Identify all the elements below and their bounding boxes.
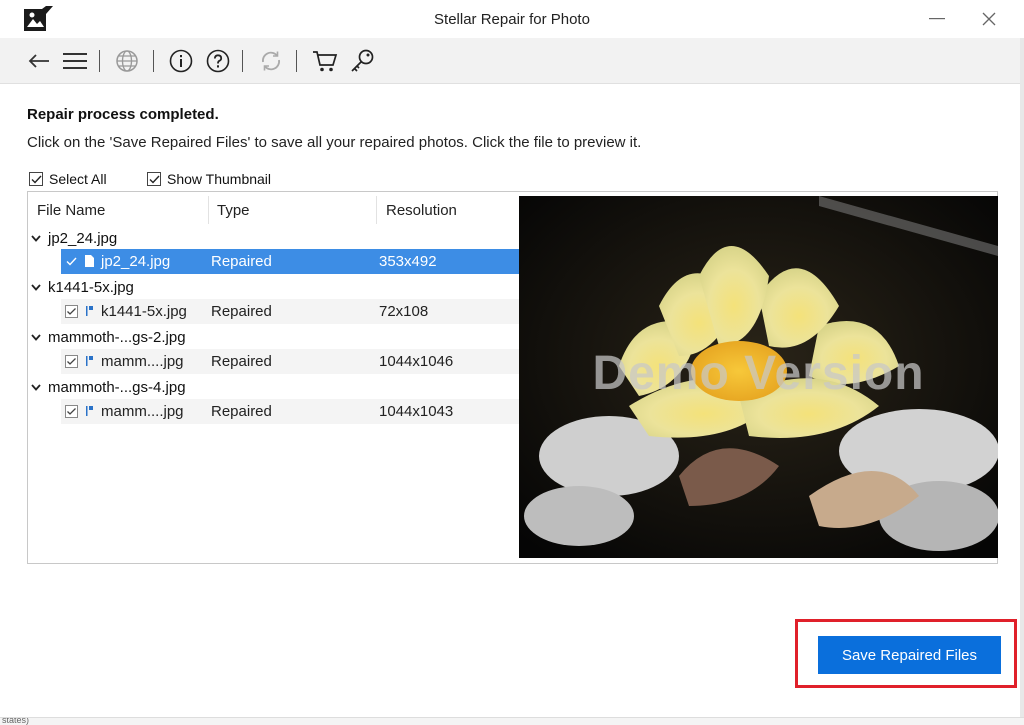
cart-icon[interactable]: [311, 47, 339, 75]
file-type: Repaired: [211, 253, 272, 270]
close-icon[interactable]: [966, 4, 1012, 34]
checkbox-icon[interactable]: [29, 172, 43, 186]
minimize-icon[interactable]: [914, 4, 960, 34]
table-row[interactable]: jp2_24.jpg Repaired 353x492: [61, 249, 519, 274]
group-name: k1441-5x.jpg: [48, 278, 134, 296]
group-name: mammoth-...gs-2.jpg: [48, 328, 186, 346]
file-type: Repaired: [211, 403, 272, 420]
bottom-partial-text: states): [2, 717, 30, 725]
toolbar-divider: [153, 50, 154, 72]
row-checkbox[interactable]: [64, 304, 78, 318]
file-resolution: 72x108: [379, 303, 429, 320]
file-group-row[interactable]: k1441-5x.jpg: [28, 275, 520, 299]
chevron-down-icon[interactable]: [31, 333, 45, 341]
photo-preview: Demo Version: [519, 196, 998, 558]
image-file-icon: [84, 404, 95, 418]
column-header-file-name[interactable]: File Name: [37, 192, 105, 228]
toolbar-divider: [242, 50, 243, 72]
file-group-row[interactable]: jp2_24.jpg: [28, 226, 520, 250]
info-icon[interactable]: [167, 47, 195, 75]
table-row[interactable]: mamm....jpg Repaired 1044x1043: [61, 399, 519, 424]
file-type: Repaired: [211, 353, 272, 370]
bottom-strip: states): [0, 717, 1024, 725]
chevron-down-icon[interactable]: [31, 383, 45, 391]
file-resolution: 353x492: [379, 253, 437, 270]
demo-watermark: Demo Version: [592, 347, 925, 400]
file-resolution: 1044x1046: [379, 353, 454, 370]
row-checkbox[interactable]: [64, 254, 78, 268]
select-all-checkbox[interactable]: Select All: [29, 171, 107, 187]
column-header-type[interactable]: Type: [217, 192, 250, 228]
image-file-icon: [84, 254, 95, 268]
back-arrow-icon[interactable]: [25, 47, 53, 75]
show-thumbnail-label: Show Thumbnail: [167, 171, 272, 187]
row-checkbox[interactable]: [64, 404, 78, 418]
file-name: mamm....jpg: [101, 353, 184, 370]
column-divider: [208, 196, 209, 224]
toolbar-divider: [99, 50, 100, 72]
toolbar-divider: [296, 50, 297, 72]
checkbox-icon[interactable]: [147, 172, 161, 186]
file-type: Repaired: [211, 303, 272, 320]
toolbar: [0, 38, 1020, 84]
file-name: k1441-5x.jpg: [101, 303, 187, 320]
file-resolution: 1044x1043: [379, 403, 454, 420]
title-bar: Stellar Repair for Photo: [0, 0, 1024, 38]
select-all-label: Select All: [49, 171, 107, 187]
row-checkbox[interactable]: [64, 354, 78, 368]
file-name: mamm....jpg: [101, 403, 184, 420]
status-instructions: Click on the 'Save Repaired Files' to sa…: [27, 134, 642, 151]
file-name: jp2_24.jpg: [101, 253, 171, 270]
group-name: mammoth-...gs-4.jpg: [48, 378, 186, 396]
table-row[interactable]: k1441-5x.jpg Repaired 72x108: [61, 299, 519, 324]
window-title: Stellar Repair for Photo: [434, 11, 590, 28]
window-scrollbar[interactable]: [1020, 38, 1024, 725]
menu-icon[interactable]: [61, 47, 89, 75]
image-file-icon: [84, 304, 95, 318]
column-divider: [376, 196, 377, 224]
file-group-row[interactable]: mammoth-...gs-4.jpg: [28, 375, 520, 399]
chevron-down-icon[interactable]: [31, 234, 45, 242]
help-icon[interactable]: [204, 47, 232, 75]
file-group-row[interactable]: mammoth-...gs-2.jpg: [28, 325, 520, 349]
globe-icon: [113, 47, 141, 75]
refresh-icon: [257, 47, 285, 75]
group-name: jp2_24.jpg: [48, 229, 118, 247]
table-row[interactable]: mamm....jpg Repaired 1044x1046: [61, 349, 519, 374]
key-icon[interactable]: [348, 47, 376, 75]
show-thumbnail-checkbox[interactable]: Show Thumbnail: [147, 171, 271, 187]
status-heading: Repair process completed.: [27, 106, 219, 123]
chevron-down-icon[interactable]: [31, 283, 45, 291]
image-file-icon: [84, 354, 95, 368]
column-header-resolution[interactable]: Resolution: [386, 192, 457, 228]
save-repaired-files-button[interactable]: Save Repaired Files: [818, 636, 1001, 674]
